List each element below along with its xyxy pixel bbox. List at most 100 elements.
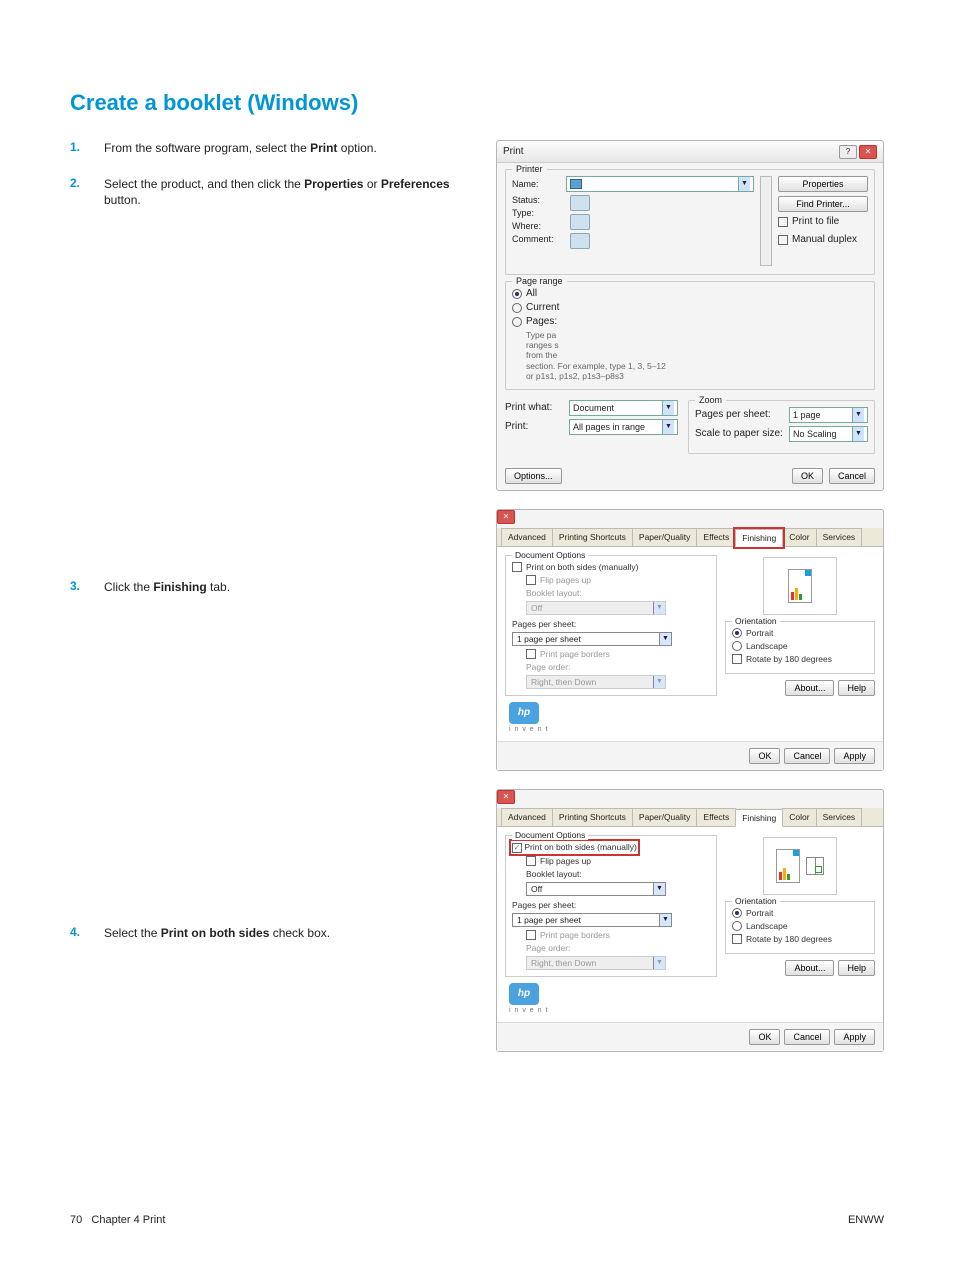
pages-per-sheet-select[interactable]: 1 page per sheet▼ (512, 632, 672, 646)
type-label: Type: (512, 208, 562, 218)
print-page-borders-checkbox: Print page borders (526, 930, 710, 940)
document-options-group: Document Options Print on both sides (ma… (505, 555, 717, 696)
step-1-text: From the software program, select the Pr… (104, 140, 377, 156)
landscape-radio[interactable]: Landscape (732, 641, 868, 651)
portrait-radio[interactable]: Portrait (732, 908, 868, 918)
range-all-radio[interactable]: All (512, 288, 868, 299)
step-2-num: 2. (70, 176, 104, 208)
printer-legend: Printer (512, 164, 547, 174)
tab-advanced[interactable]: Advanced (501, 528, 553, 546)
print-dialog: Print ? ✕ Printer Name: (496, 140, 884, 491)
print-what-label: Print what: (505, 402, 565, 413)
print-what-select[interactable]: Document▼ (569, 400, 678, 416)
manual-duplex-checkbox[interactable]: Manual duplex (778, 234, 868, 245)
help-button[interactable]: Help (838, 960, 875, 976)
about-button[interactable]: About... (785, 960, 834, 976)
zoom-fieldset: Zoom Pages per sheet: 1 page▼ Scale to p… (688, 400, 875, 454)
rotate-checkbox[interactable]: Rotate by 180 degrees (732, 654, 868, 664)
tab-strip: Advanced Printing Shortcuts Paper/Qualit… (497, 808, 883, 827)
tab-paper-quality[interactable]: Paper/Quality (632, 528, 698, 546)
page-order-label: Page order: (526, 943, 710, 953)
ok-button[interactable]: OK (792, 468, 823, 484)
scale-select[interactable]: No Scaling▼ (789, 426, 868, 442)
page-heading: Create a booklet (Windows) (70, 90, 884, 116)
tab-finishing[interactable]: Finishing (735, 529, 783, 547)
tab-printing-shortcuts[interactable]: Printing Shortcuts (552, 528, 633, 546)
orientation-group: Orientation Portrait Landscape Rotate by… (725, 621, 875, 674)
ok-button[interactable]: OK (749, 1029, 780, 1045)
page-footer: 70 Chapter 4 Print ENWW (70, 1214, 884, 1226)
print-both-sides-checkbox[interactable]: Print on both sides (manually) (512, 842, 710, 853)
cancel-button[interactable]: Cancel (829, 468, 875, 484)
step-3: 3. Click the Finishing tab. (70, 579, 460, 595)
chevron-down-icon[interactable]: ▼ (738, 177, 750, 191)
printer-list-thumbs (570, 195, 590, 249)
page-range-legend: Page range (512, 276, 567, 286)
tab-strip: Advanced Printing Shortcuts Paper/Qualit… (497, 528, 883, 547)
tab-services[interactable]: Services (816, 528, 863, 546)
print-page-borders-checkbox: Print page borders (526, 649, 710, 659)
options-button[interactable]: Options... (505, 468, 562, 484)
print-both-sides-checkbox[interactable]: Print on both sides (manually) (512, 562, 710, 572)
step-1-num: 1. (70, 140, 104, 156)
page-preview-duplex (763, 837, 837, 895)
apply-button[interactable]: Apply (834, 1029, 875, 1045)
pages-per-sheet-label: Pages per sheet: (512, 900, 710, 910)
help-button[interactable]: Help (838, 680, 875, 696)
hp-invent-text: i n v e n t (509, 726, 717, 733)
close-icon[interactable]: ✕ (497, 790, 515, 804)
cancel-button[interactable]: Cancel (784, 1029, 830, 1045)
print-to-file-checkbox[interactable]: Print to file (778, 216, 868, 227)
tab-paper-quality[interactable]: Paper/Quality (632, 808, 698, 826)
range-current-radio[interactable]: Current (512, 302, 868, 313)
page-order-select: Right, then Down▼ (526, 675, 666, 689)
booklet-layout-select: Off▼ (526, 601, 666, 615)
tab-services[interactable]: Services (816, 808, 863, 826)
tab-color[interactable]: Color (782, 528, 816, 546)
tab-printing-shortcuts[interactable]: Printing Shortcuts (552, 808, 633, 826)
close-icon[interactable]: ✕ (859, 145, 877, 159)
cancel-button[interactable]: Cancel (784, 748, 830, 764)
apply-button[interactable]: Apply (834, 748, 875, 764)
step-1: 1. From the software program, select the… (70, 140, 460, 156)
flip-pages-up-checkbox[interactable]: Flip pages up (526, 856, 710, 866)
document-options-group: Document Options Print on both sides (ma… (505, 835, 717, 977)
page-order-label: Page order: (526, 662, 710, 672)
help-icon[interactable]: ? (839, 145, 857, 159)
rotate-checkbox[interactable]: Rotate by 180 degrees (732, 934, 868, 944)
step-3-text: Click the Finishing tab. (104, 579, 230, 595)
print-select-label: Print: (505, 421, 565, 432)
properties-button[interactable]: Properties (778, 176, 868, 192)
step-3-num: 3. (70, 579, 104, 595)
landscape-radio[interactable]: Landscape (732, 921, 868, 931)
tab-color[interactable]: Color (782, 808, 816, 826)
doc-options-legend: Document Options (512, 830, 588, 840)
range-pages-radio[interactable]: Pages: (512, 316, 868, 327)
booklet-layout-select[interactable]: Off▼ (526, 882, 666, 896)
find-printer-button[interactable]: Find Printer... (778, 196, 868, 212)
tab-effects[interactable]: Effects (696, 808, 736, 826)
pages-per-sheet-select[interactable]: 1 page per sheet▼ (512, 913, 672, 927)
pps-label: Pages per sheet: (695, 409, 785, 420)
scrollbar[interactable] (760, 176, 772, 266)
properties-titlebar: ✕ (497, 510, 883, 528)
pages-per-sheet-label: Pages per sheet: (512, 619, 710, 629)
print-select[interactable]: All pages in range▼ (569, 419, 678, 435)
tab-advanced[interactable]: Advanced (501, 808, 553, 826)
ok-button[interactable]: OK (749, 748, 780, 764)
pages-per-sheet-select[interactable]: 1 page▼ (789, 407, 868, 423)
portrait-radio[interactable]: Portrait (732, 628, 868, 638)
tab-finishing[interactable]: Finishing (735, 809, 783, 827)
booklet-layout-label: Booklet layout: (526, 869, 710, 879)
about-button[interactable]: About... (785, 680, 834, 696)
step-2-text: Select the product, and then click the P… (104, 176, 460, 208)
page-preview (763, 557, 837, 615)
status-label: Status: (512, 195, 562, 205)
properties-dialog-step3: ✕ Advanced Printing Shortcuts Paper/Qual… (496, 509, 884, 771)
tab-effects[interactable]: Effects (696, 528, 736, 546)
close-icon[interactable]: ✕ (497, 510, 515, 524)
printer-name-select[interactable]: ▼ (566, 176, 754, 192)
hp-logo-icon: hp (509, 983, 539, 1005)
orientation-legend: Orientation (732, 616, 780, 626)
flip-pages-up-checkbox: Flip pages up (526, 575, 710, 585)
